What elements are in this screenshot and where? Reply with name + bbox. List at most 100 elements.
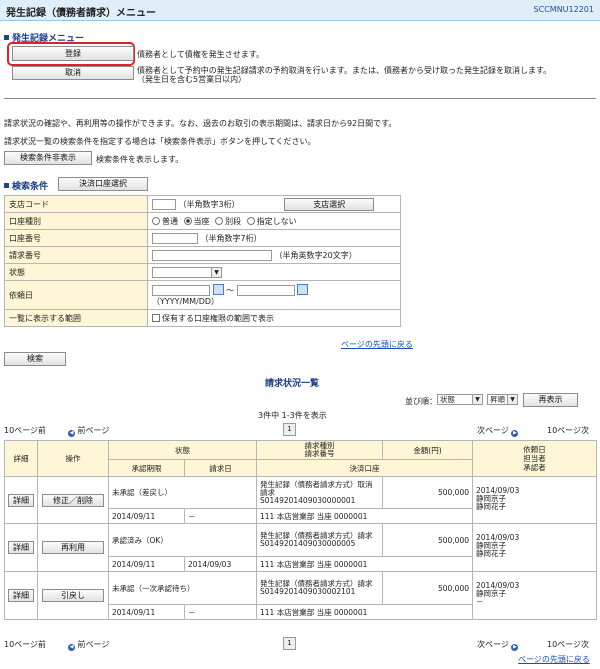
search-section-title: 検索条件 bbox=[4, 179, 48, 192]
header-request-date: 請求日 bbox=[184, 459, 257, 477]
display-scope-label: 一覧に表示する範囲 bbox=[4, 309, 148, 327]
search-button[interactable]: 検索 bbox=[4, 352, 66, 366]
order-select[interactable]: 昇順 ▼ bbox=[487, 394, 518, 405]
row-amount: 500,000 bbox=[382, 476, 473, 509]
row-number: S0149201409030000005 bbox=[260, 539, 356, 548]
scope-option-label: 保有する口座権限の範囲で表示 bbox=[162, 313, 274, 323]
screen-code: SCCMNU12201 bbox=[533, 5, 594, 14]
radio-unspecified[interactable] bbox=[246, 216, 255, 225]
date-tilde: 〜 bbox=[226, 285, 235, 295]
row-deadline: 2014/09/11 bbox=[108, 604, 185, 620]
cancel-button[interactable]: 取消 bbox=[12, 66, 134, 80]
calendar-icon[interactable] bbox=[212, 283, 224, 295]
table-row: 詳細 引戻し 未承認（一次承認待ち） 発生記録（債務者請求方式）請求 S01492… bbox=[4, 571, 597, 620]
row-settlement: 111 本店営業部 当座 0000001 bbox=[256, 604, 473, 620]
table-row: 詳細 修正／削除 未承認（差戻し） 発生記録（債務者請求方式）取消請求 S0149… bbox=[4, 476, 597, 524]
row-request-date: － bbox=[184, 508, 257, 524]
hide-conditions-button[interactable]: 検索条件非表示 bbox=[4, 151, 92, 165]
prev-page[interactable]: ◀ 前ページ bbox=[68, 425, 109, 437]
row-status: 未承認（一次承認待ち） bbox=[108, 571, 257, 605]
square-bullet-icon bbox=[4, 183, 9, 188]
request-date-label: 依頼日 bbox=[4, 280, 148, 310]
prev-10-pages-bottom[interactable]: 10ページ前 bbox=[4, 639, 46, 650]
back-to-top-link-bottom[interactable]: ページの先頭に戻る bbox=[518, 654, 590, 665]
register-button[interactable]: 登録 bbox=[12, 46, 134, 61]
row-type: 発生記録（債務者請求方式）取消請求 bbox=[260, 479, 373, 497]
radio-ordinary[interactable] bbox=[152, 216, 160, 225]
account-number-label: 口座番号 bbox=[4, 229, 148, 247]
next-page[interactable]: 次ページ ▶ bbox=[477, 425, 519, 437]
search-table: 支店コード （半角数字3桁） 支店選択 口座種別 普通 当座 別段 指定しない … bbox=[4, 195, 401, 327]
request-number-input[interactable] bbox=[152, 249, 272, 261]
date-format-hint: （YYYY/MM/DD） bbox=[152, 296, 220, 306]
cancel-note: （発生日を含む5営業日以内） bbox=[137, 75, 247, 84]
date-from-input[interactable] bbox=[152, 284, 210, 296]
detail-button[interactable]: 詳細 bbox=[8, 541, 34, 554]
next-10-pages-bottom[interactable]: 10ページ次 bbox=[547, 639, 589, 650]
arrow-right-icon: ▶ bbox=[511, 430, 519, 437]
next-page-bottom[interactable]: 次ページ ▶ bbox=[477, 639, 519, 651]
arrow-left-icon: ◀ bbox=[68, 430, 75, 437]
row-approver: － bbox=[476, 597, 484, 606]
detail-button[interactable]: 詳細 bbox=[8, 493, 34, 507]
account-number-hint: （半角数字7桁） bbox=[200, 233, 262, 243]
sort-select[interactable]: 状態 ▼ bbox=[437, 394, 483, 405]
row-person: 静岡京子 bbox=[476, 589, 506, 598]
edit-delete-button[interactable]: 修正／削除 bbox=[42, 493, 104, 507]
row-status: 承認済み（OK） bbox=[108, 523, 257, 557]
status-select[interactable]: ▼ bbox=[152, 266, 222, 278]
header-operation: 操作 bbox=[37, 440, 109, 477]
arrow-left-icon: ◀ bbox=[68, 644, 75, 651]
radio-special[interactable] bbox=[215, 216, 224, 225]
result-count: 3件中 1-3件を表示 bbox=[258, 411, 327, 420]
redisplay-button[interactable]: 再表示 bbox=[523, 393, 578, 407]
page-number-bottom[interactable]: 1 bbox=[283, 637, 296, 650]
row-number: S0149201409030000001 bbox=[260, 495, 356, 505]
header-detail: 詳細 bbox=[4, 440, 38, 477]
header-deadline: 承認期限 bbox=[108, 459, 185, 477]
date-to-input[interactable] bbox=[236, 284, 295, 296]
chevron-down-icon: ▼ bbox=[472, 395, 482, 404]
results-table: 詳細 操作 状態 請求種別 請求番号 金額(円) 依頼日 担当者 承認者 承認期… bbox=[4, 440, 597, 620]
status-label: 状態 bbox=[4, 263, 148, 281]
chevron-down-icon: ▼ bbox=[211, 267, 221, 277]
toggle-description: 検索条件を表示します。 bbox=[96, 155, 184, 164]
scope-checkbox[interactable] bbox=[152, 313, 160, 322]
header-status: 状態 bbox=[108, 440, 257, 460]
reuse-button[interactable]: 再利用 bbox=[42, 541, 104, 554]
chevron-down-icon: ▼ bbox=[507, 395, 517, 404]
page-number[interactable]: 1 bbox=[283, 423, 296, 436]
request-number-hint: （半角英数字20文字） bbox=[274, 250, 357, 260]
header-date-person: 依頼日 担当者 承認者 bbox=[472, 440, 597, 477]
table-row: 詳細 再利用 承認済み（OK） 発生記録（債務者請求方式）請求 S01492014… bbox=[4, 523, 597, 572]
register-description: 債務者として債権を発生させます。 bbox=[137, 50, 264, 59]
page-title: 発生記録（債務者請求）メニュー bbox=[6, 8, 156, 19]
next-10-pages[interactable]: 10ページ次 bbox=[547, 425, 589, 436]
row-request-date: 2014/09/03 bbox=[184, 556, 257, 572]
row-status: 未承認（差戻し） bbox=[108, 476, 257, 509]
detail-button[interactable]: 詳細 bbox=[8, 589, 34, 602]
list-title: 請求状況一覧 bbox=[265, 379, 320, 389]
row-settlement: 111 本店営業部 当座 0000001 bbox=[256, 556, 473, 572]
row-settlement: 111 本店営業部 当座 0000001 bbox=[256, 508, 473, 524]
row-amount: 500,000 bbox=[382, 523, 473, 557]
withdraw-button[interactable]: 引戻し bbox=[42, 589, 104, 602]
settlement-account-button[interactable]: 決済口座選択 bbox=[58, 177, 148, 191]
header-settlement: 決済口座 bbox=[256, 459, 473, 477]
square-bullet-icon bbox=[4, 35, 9, 40]
info-text-2: 請求状況一覧の検索条件を指定する場合は「検索条件表示」ボタンを押してください。 bbox=[4, 137, 316, 146]
account-type-label: 口座種別 bbox=[4, 212, 148, 230]
prev-page-bottom[interactable]: ◀ 前ページ bbox=[68, 639, 109, 651]
prev-10-pages[interactable]: 10ページ前 bbox=[4, 425, 46, 436]
account-number-input[interactable] bbox=[152, 232, 198, 244]
branch-select-button[interactable]: 支店選択 bbox=[284, 197, 375, 211]
title-bar: 発生記録（債務者請求）メニュー SCCMNU12201 bbox=[0, 0, 600, 21]
account-type-radios: 普通 当座 別段 指定しない bbox=[147, 212, 401, 230]
branch-code-input[interactable] bbox=[152, 198, 176, 210]
calendar-icon[interactable] bbox=[297, 283, 309, 295]
info-text-1: 請求状況の確認や、再利用等の操作ができます。なお、過去のお取引の表示期間は、請求… bbox=[4, 119, 397, 128]
row-approver: 静岡花子 bbox=[476, 502, 506, 511]
row-amount: 500,000 bbox=[382, 571, 473, 605]
back-to-top-link[interactable]: ページの先頭に戻る bbox=[341, 339, 413, 350]
radio-current[interactable] bbox=[183, 216, 192, 225]
